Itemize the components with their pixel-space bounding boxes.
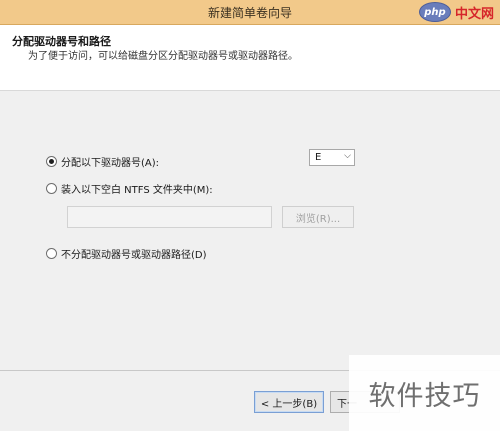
chevron-down-icon[interactable]: ⌵ (344, 151, 351, 161)
wizard-content (0, 91, 500, 370)
back-button[interactable]: < 上一步(B) (254, 391, 324, 413)
page-subtitle: 为了便于访问，可以给磁盘分区分配驱动器号或驱动器路径。 (28, 51, 298, 62)
radio-mount-folder-label: 装入以下空白 NTFS 文件夹中(M): (61, 185, 213, 196)
radio-no-assign-label: 不分配驱动器号或驱动器路径(D) (61, 250, 207, 261)
drive-letter-value: E (315, 152, 322, 163)
php-logo-icon: php (418, 2, 451, 22)
radio-button-icon[interactable] (46, 183, 57, 194)
browse-button[interactable]: 浏览(R)... (282, 206, 354, 228)
radio-mount-folder[interactable]: 装入以下空白 NTFS 文件夹中(M): (46, 181, 213, 196)
folder-path-input[interactable] (67, 206, 272, 228)
wizard-header: 分配驱动器号和路径 为了便于访问，可以给磁盘分区分配驱动器号或驱动器路径。 (0, 25, 500, 91)
title-bar: 新建简单卷向导 php 中文网 (0, 0, 500, 25)
drive-letter-select[interactable]: E ⌵ (309, 149, 355, 166)
radio-button-icon[interactable] (46, 156, 57, 167)
radio-no-assign[interactable]: 不分配驱动器号或驱动器路径(D) (46, 246, 207, 261)
radio-assign-letter-label: 分配以下驱动器号(A): (61, 158, 160, 169)
watermark-bottom-text: 软件技巧 (368, 380, 481, 412)
radio-button-icon[interactable] (46, 248, 57, 259)
radio-assign-letter[interactable]: 分配以下驱动器号(A): (46, 154, 159, 169)
site-watermark: php 中文网 (418, 2, 494, 22)
bottom-watermark: 软件技巧 (349, 355, 500, 431)
watermark-site-text: 中文网 (454, 6, 494, 22)
